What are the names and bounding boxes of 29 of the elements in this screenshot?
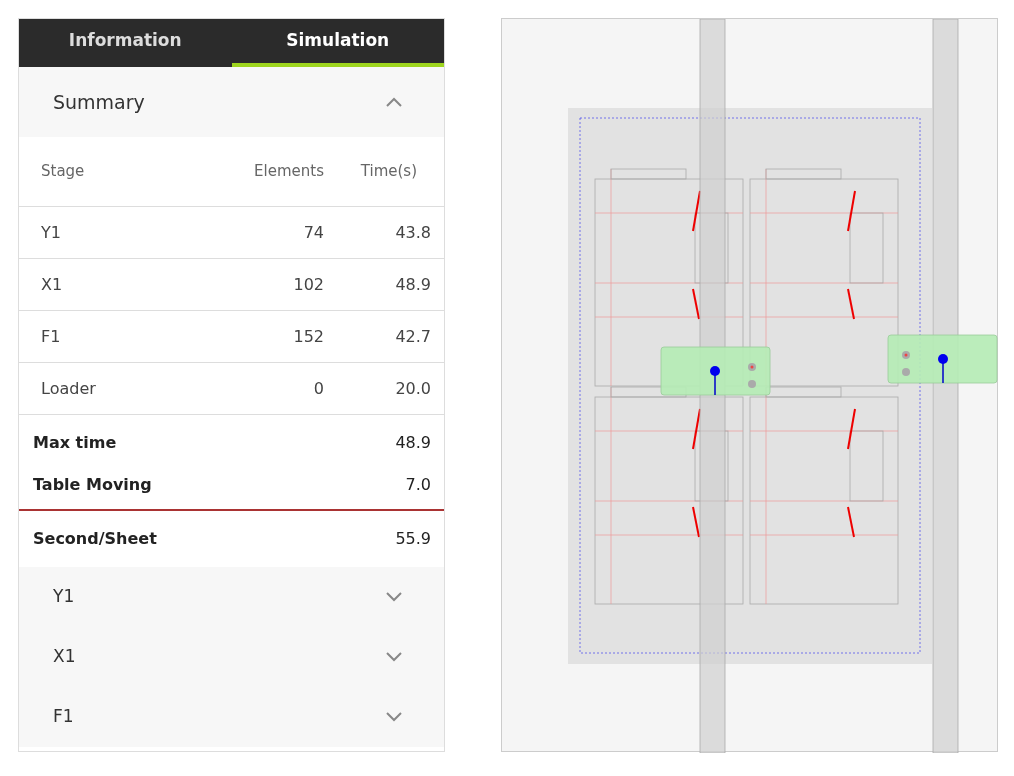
table-cell-text: 43.8 <box>394 221 431 244</box>
result-value: 55.9 <box>395 528 431 550</box>
total-value: 7.0 <box>405 474 431 496</box>
section-title: X1 <box>53 645 76 669</box>
column-header: Stage <box>41 161 86 183</box>
total-label: Table Moving <box>33 474 152 496</box>
table-cell-text: F1 <box>41 325 62 348</box>
table-cell-text: 20.0 <box>394 377 431 400</box>
table-cell-text: 0 <box>312 377 324 400</box>
table-cell-text: 42.7 <box>394 325 431 348</box>
table-cell-text: Y1 <box>41 221 62 244</box>
total-value: 48.9 <box>395 432 431 454</box>
section-title: F1 <box>53 705 74 729</box>
table-cell-text: X1 <box>41 273 64 296</box>
table-cell-text: 74 <box>302 221 324 244</box>
result-label: Second/Sheet <box>33 528 157 550</box>
section-header[interactable]: X1 <box>19 627 444 687</box>
column-header: Elements <box>253 161 324 183</box>
total-label: Max time <box>33 432 117 454</box>
table-cell-text: 152 <box>292 325 324 348</box>
section-header[interactable]: Summary <box>19 67 444 137</box>
table-cell-text: Loader <box>41 377 97 400</box>
section-title: Y1 <box>53 585 75 609</box>
section-header[interactable]: F1 <box>19 687 444 747</box>
table-cell-text: 48.9 <box>394 273 431 296</box>
section-header[interactable]: Y1 <box>19 567 444 627</box>
section-title: Summary <box>53 89 145 115</box>
column-header: Time(s) <box>359 161 418 183</box>
table-cell-text: 102 <box>292 273 324 296</box>
